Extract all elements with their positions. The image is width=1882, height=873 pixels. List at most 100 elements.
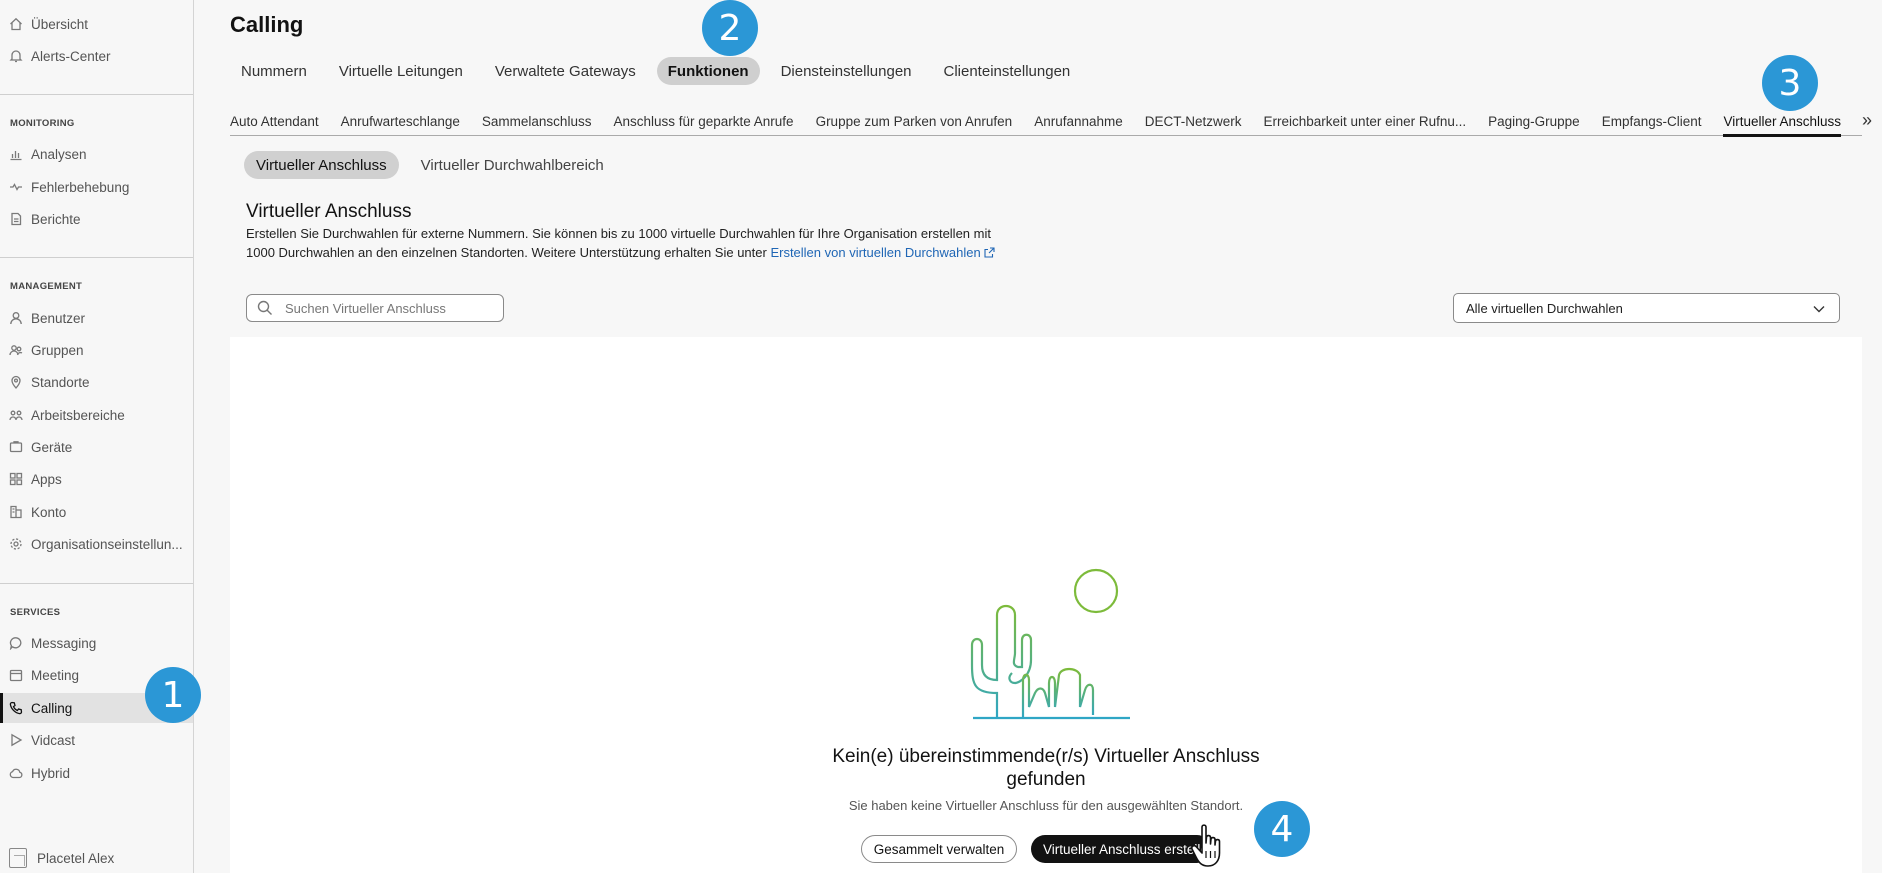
sidebar-item-berichte[interactable]: Berichte [0, 204, 193, 234]
step-badge-4: 4 [1254, 801, 1310, 857]
feature-tab-empfangs-client[interactable]: Empfangs-Client [1602, 108, 1702, 135]
sidebar-item-label: Konto [31, 504, 67, 520]
feature-tab-bar: Auto Attendant Anrufwarteschlange Sammel… [230, 108, 1862, 137]
description-line-1: Erstellen Sie Durchwahlen für externe Nu… [246, 226, 991, 241]
workspace-icon [9, 407, 31, 423]
sidebar-item-label: Geräte [31, 439, 73, 455]
document-icon [9, 211, 31, 227]
pill-tab-virtueller-durchwahlbereich[interactable]: Virtueller Durchwahlbereich [409, 151, 616, 179]
step-badge-1: 1 [145, 667, 201, 723]
sidebar-item-label: Vidcast [31, 732, 76, 748]
sidebar-item-organisationseinstellungen[interactable]: Organisationseinstellun... [0, 529, 193, 559]
description-line-2: 1000 Durchwahlen an den einzelnen Stando… [246, 245, 771, 260]
tab-virtuelle-leitungen[interactable]: Virtuelle Leitungen [328, 57, 474, 85]
search-input[interactable] [285, 300, 485, 316]
phone-icon [9, 700, 31, 716]
more-tabs-chevron-icon[interactable]: » [1862, 110, 1872, 131]
chat-bubble-icon [9, 635, 31, 651]
step-badge-2: 2 [702, 0, 758, 56]
feature-tab-virtueller-anschluss[interactable]: Virtueller Anschluss [1723, 108, 1841, 137]
sidebar-item-apps[interactable]: Apps [0, 464, 193, 494]
sidebar-item-label: Alerts-Center [31, 48, 111, 64]
feature-tab-gruppe-parken[interactable]: Gruppe zum Parken von Anrufen [816, 108, 1013, 135]
search-icon [257, 300, 272, 315]
sidebar-item-label: Berichte [31, 211, 81, 227]
location-pin-icon [9, 374, 31, 390]
sidebar-item-label: Standorte [31, 374, 90, 390]
feature-tab-paging-gruppe[interactable]: Paging-Gruppe [1488, 108, 1580, 135]
sidebar-item-label: Hybrid [31, 765, 71, 781]
feature-tab-anrufwarteschlange[interactable]: Anrufwarteschlange [341, 108, 460, 135]
sidebar-section-management: MANAGEMENT [10, 281, 83, 292]
sidebar-item-messaging[interactable]: Messaging [0, 628, 193, 658]
create-virtual-line-button[interactable]: Virtueller Anschluss erstellen [1031, 835, 1211, 863]
page-title: Calling [230, 12, 304, 37]
external-link-icon [984, 247, 995, 258]
hand-pointer-icon [1191, 824, 1221, 867]
user-profile[interactable]: Placetel Alex [9, 848, 114, 868]
sidebar-item-analysen[interactable]: Analysen [0, 139, 193, 169]
sidebar-item-uebersicht[interactable]: Übersicht [0, 9, 193, 39]
sidebar-item-alerts-center[interactable]: Alerts-Center [0, 41, 193, 71]
feature-tab-sammelanschluss[interactable]: Sammelanschluss [482, 108, 592, 135]
tab-diensteinstellungen[interactable]: Diensteinstellungen [770, 57, 923, 85]
sidebar-item-label: Analysen [31, 146, 87, 162]
sidebar-item-konto[interactable]: Konto [0, 497, 193, 527]
gear-icon [9, 536, 31, 552]
sidebar-item-standorte[interactable]: Standorte [0, 367, 193, 397]
feature-tab-erreichbarkeit[interactable]: Erreichbarkeit unter einer Rufnu... [1264, 108, 1467, 135]
cloud-icon [9, 765, 31, 781]
tab-clienteinstellungen[interactable]: Clienteinstellungen [933, 57, 1082, 85]
bell-icon [9, 48, 31, 64]
tab-verwaltete-gateways[interactable]: Verwaltete Gateways [484, 57, 647, 85]
filter-select[interactable]: Alle virtuellen Durchwahlen [1453, 293, 1840, 323]
sidebar-item-vidcast[interactable]: Vidcast [0, 725, 193, 755]
sidebar-item-label: Calling [31, 700, 73, 716]
tab-nummern[interactable]: Nummern [230, 57, 318, 85]
search-box[interactable] [246, 294, 504, 322]
sidebar-item-label: Apps [31, 471, 62, 487]
feature-tab-auto-attendant[interactable]: Auto Attendant [230, 108, 319, 135]
sidebar-divider [0, 257, 193, 258]
sidebar-divider [0, 583, 193, 584]
section-description: Erstellen Sie Durchwahlen für externe Nu… [246, 224, 1046, 262]
group-icon [9, 342, 31, 358]
sidebar-item-hybrid[interactable]: Hybrid [0, 758, 193, 788]
cactus-illustration-icon [970, 568, 1130, 720]
sidebar-item-geraete[interactable]: Geräte [0, 432, 193, 462]
apps-grid-icon [9, 471, 31, 487]
sidebar-item-benutzer[interactable]: Benutzer [0, 303, 193, 333]
sidebar-item-arbeitsbereiche[interactable]: Arbeitsbereiche [0, 400, 193, 430]
tab-funktionen[interactable]: Funktionen [656, 57, 760, 85]
chevron-down-icon [1813, 306, 1825, 313]
step-badge-3: 3 [1762, 55, 1818, 111]
sidebar-item-label: Fehlerbehebung [31, 179, 130, 195]
sidebar-divider [0, 94, 193, 95]
sidebar-item-gruppen[interactable]: Gruppen [0, 335, 193, 365]
section-heading: Virtueller Anschluss [246, 201, 412, 222]
help-link[interactable]: Erstellen von virtuellen Durchwahlen [770, 245, 980, 260]
pulse-icon [9, 179, 31, 195]
home-icon [9, 16, 31, 32]
bulk-manage-button[interactable]: Gesammelt verwalten [861, 835, 1017, 863]
sidebar-item-label: Meeting [31, 667, 80, 683]
sidebar-item-label: Übersicht [31, 16, 89, 32]
feature-tab-dect-netzwerk[interactable]: DECT-Netzwerk [1145, 108, 1242, 135]
feature-tab-anschluss-geparkte-anrufe[interactable]: Anschluss für geparkte Anrufe [613, 108, 793, 135]
top-tab-bar: Nummern Virtuelle Leitungen Verwaltete G… [230, 57, 1081, 85]
sidebar-section-monitoring: MONITORING [10, 118, 75, 129]
empty-state-title: Kein(e) übereinstimmende(r/s) Virtueller… [832, 746, 1260, 790]
sidebar-item-label: Messaging [31, 635, 97, 651]
feature-tab-anrufannahme[interactable]: Anrufannahme [1034, 108, 1123, 135]
account-icon [9, 504, 31, 520]
calendar-icon [9, 667, 31, 683]
chart-icon [9, 146, 31, 162]
pill-tab-virtueller-anschluss[interactable]: Virtueller Anschluss [244, 151, 399, 179]
sidebar-item-label: Gruppen [31, 342, 84, 358]
user-name: Placetel Alex [37, 850, 115, 866]
user-icon [9, 310, 31, 326]
empty-state-subtitle: Sie haben keine Virtueller Anschluss für… [848, 798, 1244, 813]
sidebar-item-label: Arbeitsbereiche [31, 407, 125, 423]
sidebar-item-fehlerbehebung[interactable]: Fehlerbehebung [0, 172, 193, 202]
pill-tab-bar: Virtueller Anschluss Virtueller Durchwah… [244, 151, 616, 179]
